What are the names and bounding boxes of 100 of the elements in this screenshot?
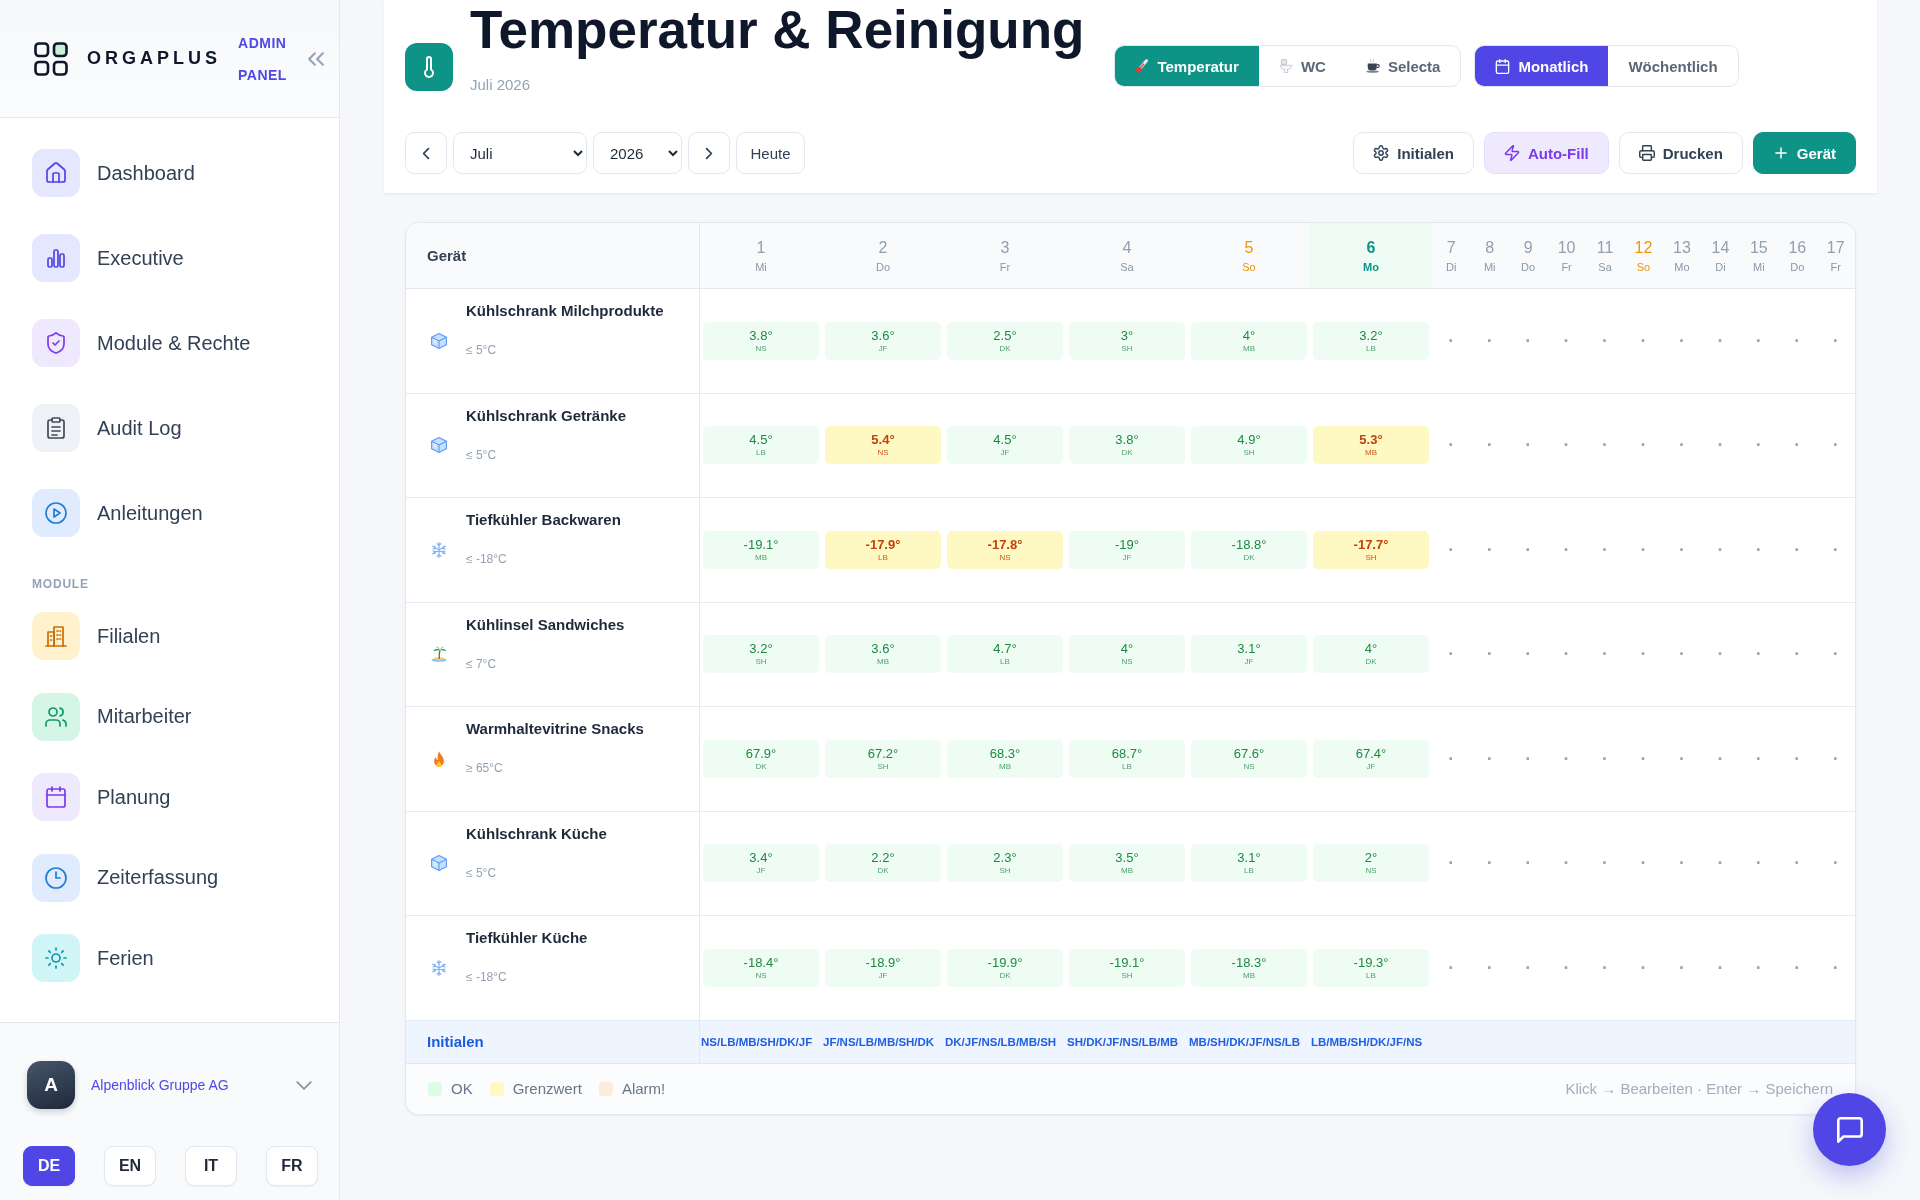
reading-cell[interactable]: 67.2° SH — [825, 739, 941, 778]
tab[interactable]: Temperatur — [1115, 46, 1259, 86]
reading-initials: LB — [756, 448, 766, 459]
reading-cell[interactable]: 2.3° SH — [947, 844, 1063, 883]
reading-cell[interactable]: 67.9° DK — [703, 739, 819, 778]
nav-item[interactable]: Executive — [32, 234, 196, 282]
reading-cell[interactable]: 3.1° LB — [1191, 844, 1307, 883]
empty-marker: · — [1525, 751, 1532, 766]
reading-cell[interactable]: -19.3° LB — [1313, 948, 1429, 987]
reading-cell[interactable]: 2° NS — [1313, 844, 1429, 883]
reading-cell[interactable]: 5.3° MB — [1313, 426, 1429, 465]
nav-item[interactable]: Ferien — [32, 934, 166, 982]
language-button[interactable]: EN — [104, 1146, 156, 1186]
reading-initials: MB — [877, 657, 889, 668]
reading-cell[interactable]: -17.9° LB — [825, 530, 941, 569]
reading-cell[interactable]: -18.9° JF — [825, 948, 941, 987]
reading-cell[interactable]: -19° JF — [1069, 530, 1185, 569]
action-button[interactable]: Auto-Fill — [1483, 132, 1609, 174]
reading-cell[interactable]: 68.3° MB — [947, 739, 1063, 778]
reading-cell[interactable]: -17.8° NS — [947, 530, 1063, 569]
reading-cell[interactable]: 67.6° NS — [1191, 739, 1307, 778]
nav-item[interactable]: Mitarbeiter — [32, 692, 204, 741]
account-name[interactable]: Alpenblick Gruppe AG — [91, 1077, 229, 1093]
reading-cell[interactable]: 3° SH — [1069, 321, 1185, 360]
device-name: Tiefkühler Küche — [466, 929, 588, 947]
nav-item[interactable]: Filialen — [32, 612, 173, 660]
next-month-button[interactable] — [688, 132, 730, 174]
reading-cell[interactable]: -18.3° MB — [1191, 948, 1307, 987]
reading-cell[interactable]: -19.9° DK — [947, 948, 1063, 987]
empty-marker: · — [1832, 542, 1839, 557]
empty-marker: · — [1678, 960, 1685, 975]
reading-cell[interactable]: 67.4° JF — [1313, 739, 1429, 778]
reading-cell[interactable]: 4° DK — [1313, 635, 1429, 674]
reading-cell[interactable]: 3.4° JF — [703, 844, 819, 883]
sun-icon — [32, 934, 80, 982]
reading-cell[interactable]: 3.8° NS — [703, 321, 819, 360]
reading-cell[interactable]: 3.1° JF — [1191, 635, 1307, 674]
reading-value: -18.9° — [865, 954, 901, 970]
empty-marker: · — [1755, 751, 1762, 766]
reading-cell[interactable]: 5.4° NS — [825, 426, 941, 465]
reading-initials: DK — [1243, 552, 1255, 563]
tab[interactable]: Wöchentlich — [1608, 46, 1738, 86]
reading-cell[interactable]: 3.6° JF — [825, 321, 941, 360]
nav-item[interactable]: Dashboard — [32, 149, 207, 197]
reading-cell[interactable]: -17.7° SH — [1313, 530, 1429, 569]
weekday-label: Di — [1446, 260, 1457, 274]
reading-cell[interactable]: 4.9° SH — [1191, 426, 1307, 465]
action-button[interactable]: Initialen — [1353, 132, 1474, 174]
action-button[interactable]: Drucken — [1618, 132, 1743, 174]
initials-value: LB/MB/SH/DK/JF/NS — [1310, 1035, 1423, 1048]
reading-cell[interactable]: 3.2° SH — [703, 635, 819, 674]
reading-cell[interactable]: 2.2° DK — [825, 844, 941, 883]
initials-value: MB/SH/DK/JF/NS/LB — [1188, 1035, 1301, 1048]
reading-initials: JF — [878, 343, 888, 354]
temperature-limit: ≤ 5°C — [466, 447, 498, 462]
reading-cell[interactable]: -18.8° DK — [1191, 530, 1307, 569]
reading-value: 4° — [1120, 641, 1134, 657]
reading-cell[interactable]: 4.5° JF — [947, 426, 1063, 465]
reading-cell[interactable]: 4° MB — [1191, 321, 1307, 360]
reading-cell[interactable]: 3.8° DK — [1069, 426, 1185, 465]
tab[interactable]: Monatlich — [1475, 46, 1609, 86]
day-number: 10 — [1557, 237, 1576, 258]
nav-item[interactable]: Planung — [32, 773, 183, 821]
tab[interactable]: WC — [1258, 46, 1346, 86]
today-button[interactable]: Heute — [736, 132, 805, 174]
initials-value: SH/DK/JF/NS/LB/MB — [1066, 1035, 1179, 1048]
action-button[interactable]: Gerät — [1752, 132, 1856, 174]
reading-cell[interactable]: -19.1° SH — [1069, 948, 1185, 987]
tab[interactable]: Selecta — [1345, 46, 1461, 86]
reading-cell[interactable]: 3.5° MB — [1069, 844, 1185, 883]
reading-cell[interactable]: -19.1° MB — [703, 530, 819, 569]
day-number: 8 — [1485, 237, 1495, 258]
reading-cell[interactable]: 4.5° LB — [703, 426, 819, 465]
reading-cell[interactable]: 3.2° LB — [1313, 321, 1429, 360]
reading-cell[interactable]: 3.6° MB — [825, 635, 941, 674]
nav-item[interactable]: Zeiterfassung — [32, 853, 231, 902]
reading-cell[interactable]: 68.7° LB — [1069, 739, 1185, 778]
temperature-limit: ≤ 5°C — [466, 343, 498, 357]
reading-value: 68.3° — [989, 745, 1021, 761]
reading-cell[interactable]: 4° NS — [1069, 635, 1185, 674]
empty-marker: · — [1640, 751, 1647, 766]
empty-marker: · — [1678, 333, 1685, 348]
language-button[interactable]: IT — [185, 1146, 237, 1186]
reading-cell[interactable]: 4.7° LB — [947, 635, 1063, 674]
empty-marker: · — [1640, 542, 1647, 557]
previous-month-button[interactable] — [405, 132, 447, 174]
nav-item[interactable]: Module & Rechte — [32, 319, 263, 367]
language-button[interactable]: FR — [266, 1146, 318, 1186]
reading-value: 3.6° — [871, 641, 895, 657]
language-button[interactable]: DE — [23, 1146, 75, 1186]
reading-cell[interactable]: -18.4° NS — [703, 948, 819, 987]
reading-initials: NS — [999, 552, 1011, 563]
year-select[interactable]: 2026 — [593, 132, 682, 174]
nav-item[interactable]: Anleitungen — [32, 489, 215, 537]
snowflake-icon — [431, 541, 447, 558]
reading-cell[interactable]: 2.5° DK — [947, 321, 1063, 360]
chevron-down-icon[interactable] — [296, 1080, 312, 1090]
collapse-sidebar-icon[interactable] — [308, 51, 324, 66]
nav-item[interactable]: Audit Log — [32, 404, 194, 452]
month-select[interactable]: Juli — [453, 132, 587, 174]
